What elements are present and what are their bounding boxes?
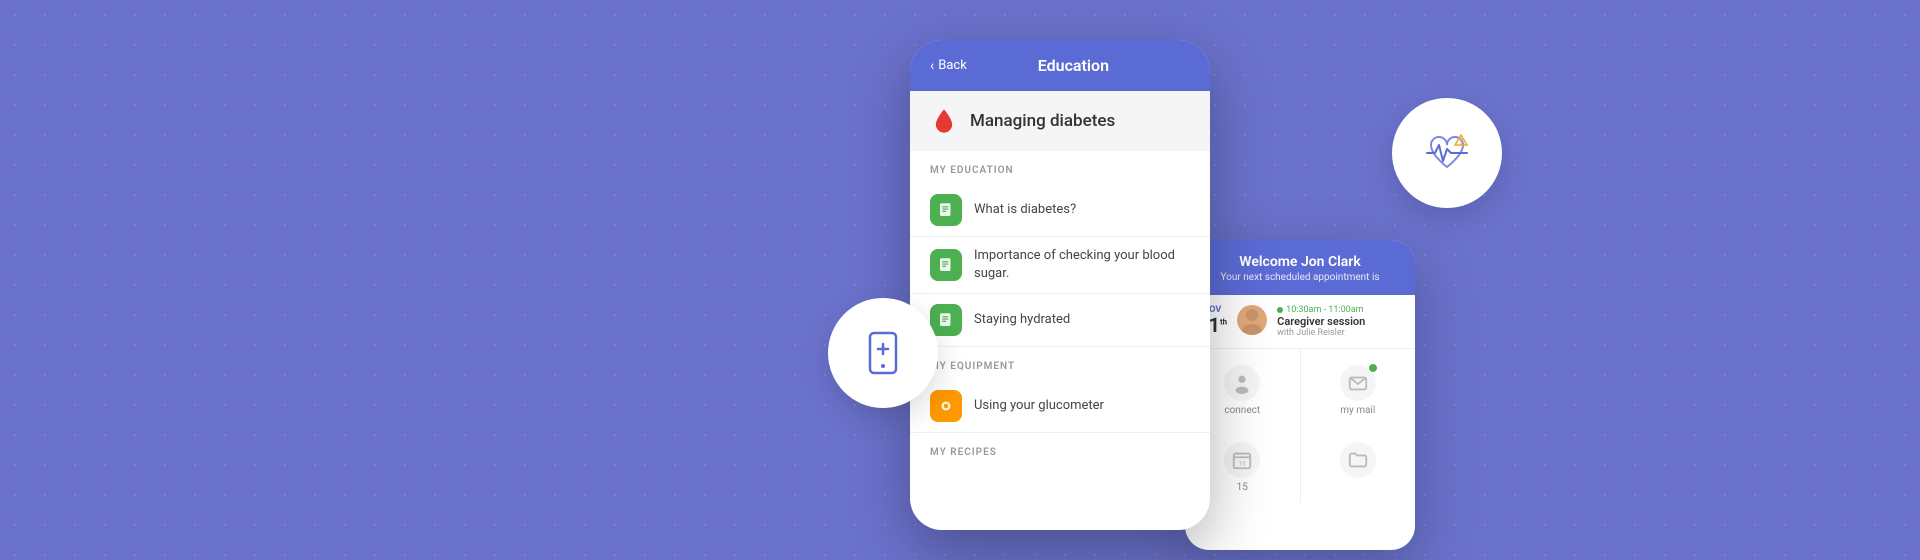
book-icon-2 <box>937 256 955 274</box>
edu-item-glucometer[interactable]: Using your glucometer <box>910 380 1210 433</box>
my-recipes-label: MY RECIPES <box>910 433 1210 466</box>
mail-badge-dot <box>1368 363 1378 373</box>
mail-icon <box>1347 372 1369 394</box>
edu-icon-1 <box>930 249 962 281</box>
heart-monitor-icon <box>1419 125 1475 181</box>
time-dot <box>1277 307 1283 313</box>
float-phone-circle <box>828 298 938 408</box>
phone-education: ‹ Back Education Managing diabetes MY ED… <box>910 40 1210 530</box>
appointment-with: with Julie Reisler <box>1277 328 1403 338</box>
education-header: ‹ Back Education <box>910 40 1210 91</box>
dashboard-header: Welcome Jon Clark Your next scheduled ap… <box>1185 240 1415 295</box>
appointment-session: Caregiver session <box>1277 315 1403 328</box>
dashboard-grid: connect my mail <box>1185 349 1415 426</box>
appointment-card[interactable]: NOV 11th 10:30am - 11:00am Caregiver ses… <box>1185 295 1415 349</box>
caregiver-avatar <box>1237 305 1267 335</box>
person-icon-container <box>1224 365 1260 401</box>
edu-item-blood-sugar[interactable]: Importance of checking your blood sugar. <box>910 237 1210 294</box>
welcome-name: Welcome Jon Clark <box>1197 254 1403 270</box>
mail-label: my mail <box>1340 405 1375 416</box>
blood-drop-icon <box>930 107 958 135</box>
appointment-time: 10:30am - 11:00am <box>1277 305 1403 315</box>
person-icon <box>1231 372 1253 394</box>
mail-icon-container <box>1340 365 1376 401</box>
folder-cell[interactable] <box>1301 426 1416 503</box>
my-equipment-label: MY EQUIPMENT <box>910 347 1210 380</box>
edu-item-text-glucometer: Using your glucometer <box>974 397 1104 415</box>
avatar-icon <box>1237 305 1267 335</box>
managing-diabetes-section: Managing diabetes <box>910 91 1210 151</box>
edu-icon-0 <box>930 194 962 226</box>
back-label: Back <box>938 58 967 73</box>
svg-text:15: 15 <box>1239 460 1247 468</box>
edu-item-hydrated[interactable]: Staying hydrated <box>910 294 1210 347</box>
dashboard-row2: 15 15 <box>1185 426 1415 503</box>
education-content: MY EDUCATION What is diabetes? Importanc… <box>910 151 1210 476</box>
calendar-icon: 15 <box>1231 449 1253 471</box>
screen-title: Education <box>977 56 1190 75</box>
edu-item-diabetes[interactable]: What is diabetes? <box>910 184 1210 237</box>
phone-dashboard: Welcome Jon Clark Your next scheduled ap… <box>1185 240 1415 550</box>
book-icon-3 <box>937 311 955 329</box>
back-chevron-icon: ‹ <box>930 58 934 74</box>
float-heart-circle <box>1392 98 1502 208</box>
appointment-details: 10:30am - 11:00am Caregiver session with… <box>1277 305 1403 338</box>
glucometer-icon <box>937 397 955 415</box>
mail-cell[interactable]: my mail <box>1301 349 1416 426</box>
back-button[interactable]: ‹ Back <box>930 58 967 74</box>
edu-item-text-1: Importance of checking your blood sugar. <box>974 247 1190 283</box>
calendar-label: 15 <box>1237 482 1248 493</box>
edu-icon-2 <box>930 304 962 336</box>
calendar-icon-container: 15 <box>1224 442 1260 478</box>
edu-item-text-0: What is diabetes? <box>974 201 1076 219</box>
edu-item-text-2: Staying hydrated <box>974 311 1070 329</box>
appointment-subtitle: Your next scheduled appointment is <box>1197 272 1403 283</box>
folder-icon <box>1347 449 1369 471</box>
phone-plus-icon <box>858 328 908 378</box>
managing-title: Managing diabetes <box>970 111 1115 131</box>
edu-icon-glucometer <box>930 390 962 422</box>
my-education-label: MY EDUCATION <box>910 151 1210 184</box>
connect-label: connect <box>1224 405 1260 416</box>
book-icon <box>937 201 955 219</box>
folder-icon-container <box>1340 442 1376 478</box>
